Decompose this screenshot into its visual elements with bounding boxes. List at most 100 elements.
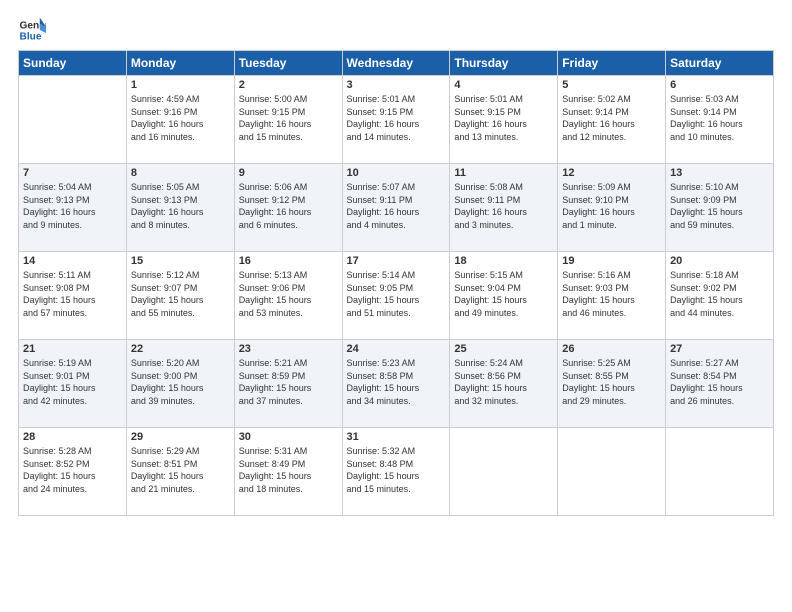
day-info: Sunrise: 5:07 AM Sunset: 9:11 PM Dayligh… — [347, 181, 446, 231]
calendar-cell: 28Sunrise: 5:28 AM Sunset: 8:52 PM Dayli… — [19, 428, 127, 516]
day-info: Sunrise: 5:23 AM Sunset: 8:58 PM Dayligh… — [347, 357, 446, 407]
day-info: Sunrise: 5:03 AM Sunset: 9:14 PM Dayligh… — [670, 93, 769, 143]
day-info: Sunrise: 5:24 AM Sunset: 8:56 PM Dayligh… — [454, 357, 553, 407]
calendar-header-day: Sunday — [19, 51, 127, 76]
day-number: 15 — [131, 255, 230, 267]
day-number: 7 — [23, 167, 122, 179]
day-info: Sunrise: 5:19 AM Sunset: 9:01 PM Dayligh… — [23, 357, 122, 407]
day-number: 22 — [131, 343, 230, 355]
calendar-cell: 13 Sunrise: 5:10 AM Sunset: 9:09 PM Dayli… — [666, 164, 774, 252]
calendar-cell: 23Sunrise: 5:21 AM Sunset: 8:59 PM Dayli… — [234, 340, 342, 428]
day-info: Sunrise: 5:14 AM Sunset: 9:05 PM Dayligh… — [347, 269, 446, 319]
calendar-cell — [558, 428, 666, 516]
calendar-cell: 7 Sunrise: 5:04 AM Sunset: 9:13 PM Daylig… — [19, 164, 127, 252]
day-number: 13 — [670, 167, 769, 179]
day-info: Sunrise: 5:32 AM Sunset: 8:48 PM Dayligh… — [347, 445, 446, 495]
day-number: 5 — [562, 79, 661, 91]
calendar-header-day: Wednesday — [342, 51, 450, 76]
day-info: Sunrise: 5:04 AM Sunset: 9:13 PM Dayligh… — [23, 181, 122, 231]
day-number: 16 — [239, 255, 338, 267]
calendar-cell: 16 Sunrise: 5:13 AM Sunset: 9:06 PM Dayli… — [234, 252, 342, 340]
day-number: 27 — [670, 343, 769, 355]
day-info: Sunrise: 5:15 AM Sunset: 9:04 PM Dayligh… — [454, 269, 553, 319]
calendar-week-row: 1Sunrise: 4:59 AM Sunset: 9:16 PM Daylig… — [19, 76, 774, 164]
day-number: 6 — [670, 79, 769, 91]
calendar-cell: 9 Sunrise: 5:06 AM Sunset: 9:12 PM Daylig… — [234, 164, 342, 252]
calendar-header-day: Saturday — [666, 51, 774, 76]
day-info: Sunrise: 5:21 AM Sunset: 8:59 PM Dayligh… — [239, 357, 338, 407]
calendar-cell: 22 Sunrise: 5:20 AM Sunset: 9:00 PM Dayli… — [126, 340, 234, 428]
day-number: 9 — [239, 167, 338, 179]
day-info: Sunrise: 5:12 AM Sunset: 9:07 PM Dayligh… — [131, 269, 230, 319]
day-number: 8 — [131, 167, 230, 179]
calendar-cell: 14 Sunrise: 5:11 AM Sunset: 9:08 PM Dayli… — [19, 252, 127, 340]
calendar-cell: 5 Sunrise: 5:02 AM Sunset: 9:14 PM Daylig… — [558, 76, 666, 164]
day-number: 14 — [23, 255, 122, 267]
calendar-week-row: 7 Sunrise: 5:04 AM Sunset: 9:13 PM Daylig… — [19, 164, 774, 252]
day-info: Sunrise: 5:13 AM Sunset: 9:06 PM Dayligh… — [239, 269, 338, 319]
day-info: Sunrise: 5:20 AM Sunset: 9:00 PM Dayligh… — [131, 357, 230, 407]
day-info: Sunrise: 5:11 AM Sunset: 9:08 PM Dayligh… — [23, 269, 122, 319]
day-info: Sunrise: 5:02 AM Sunset: 9:14 PM Dayligh… — [562, 93, 661, 143]
day-info: Sunrise: 5:25 AM Sunset: 8:55 PM Dayligh… — [562, 357, 661, 407]
calendar-week-row: 28Sunrise: 5:28 AM Sunset: 8:52 PM Dayli… — [19, 428, 774, 516]
day-number: 25 — [454, 343, 553, 355]
logo: General Blue — [18, 16, 50, 44]
calendar-table: SundayMondayTuesdayWednesdayThursdayFrid… — [18, 50, 774, 516]
day-info: Sunrise: 5:27 AM Sunset: 8:54 PM Dayligh… — [670, 357, 769, 407]
calendar-week-row: 14 Sunrise: 5:11 AM Sunset: 9:08 PM Dayli… — [19, 252, 774, 340]
day-info: Sunrise: 5:16 AM Sunset: 9:03 PM Dayligh… — [562, 269, 661, 319]
calendar-cell: 12 Sunrise: 5:09 AM Sunset: 9:10 PM Dayli… — [558, 164, 666, 252]
header: General Blue — [18, 16, 774, 44]
calendar-cell: 3 Sunrise: 5:01 AM Sunset: 9:15 PM Daylig… — [342, 76, 450, 164]
calendar-cell: 1Sunrise: 4:59 AM Sunset: 9:16 PM Daylig… — [126, 76, 234, 164]
calendar-cell: 27 Sunrise: 5:27 AM Sunset: 8:54 PM Dayli… — [666, 340, 774, 428]
day-number: 18 — [454, 255, 553, 267]
calendar-header-day: Thursday — [450, 51, 558, 76]
day-number: 30 — [239, 431, 338, 443]
day-number: 17 — [347, 255, 446, 267]
calendar-cell: 8 Sunrise: 5:05 AM Sunset: 9:13 PM Daylig… — [126, 164, 234, 252]
day-number: 29 — [131, 431, 230, 443]
calendar-cell — [450, 428, 558, 516]
day-info: Sunrise: 5:31 AM Sunset: 8:49 PM Dayligh… — [239, 445, 338, 495]
day-number: 31 — [347, 431, 446, 443]
day-number: 26 — [562, 343, 661, 355]
calendar-cell: 25 Sunrise: 5:24 AM Sunset: 8:56 PM Dayli… — [450, 340, 558, 428]
calendar-cell: 21 Sunrise: 5:19 AM Sunset: 9:01 PM Dayli… — [19, 340, 127, 428]
calendar-header-day: Friday — [558, 51, 666, 76]
day-number: 12 — [562, 167, 661, 179]
day-info: Sunrise: 5:05 AM Sunset: 9:13 PM Dayligh… — [131, 181, 230, 231]
day-number: 19 — [562, 255, 661, 267]
calendar-cell: 18 Sunrise: 5:15 AM Sunset: 9:04 PM Dayli… — [450, 252, 558, 340]
day-info: Sunrise: 5:08 AM Sunset: 9:11 PM Dayligh… — [454, 181, 553, 231]
calendar-cell: 26 Sunrise: 5:25 AM Sunset: 8:55 PM Dayli… — [558, 340, 666, 428]
day-number: 21 — [23, 343, 122, 355]
day-number: 10 — [347, 167, 446, 179]
calendar-cell: 31 Sunrise: 5:32 AM Sunset: 8:48 PM Dayli… — [342, 428, 450, 516]
calendar-cell: 4Sunrise: 5:01 AM Sunset: 9:15 PM Daylig… — [450, 76, 558, 164]
day-number: 3 — [347, 79, 446, 91]
day-number: 2 — [239, 79, 338, 91]
day-info: Sunrise: 5:01 AM Sunset: 9:15 PM Dayligh… — [454, 93, 553, 143]
day-info: Sunrise: 5:10 AM Sunset: 9:09 PM Dayligh… — [670, 181, 769, 231]
day-info: Sunrise: 5:18 AM Sunset: 9:02 PM Dayligh… — [670, 269, 769, 319]
day-info: Sunrise: 5:00 AM Sunset: 9:15 PM Dayligh… — [239, 93, 338, 143]
main-container: General Blue SundayMondayTuesdayWednesda… — [0, 0, 792, 612]
calendar-header-row: SundayMondayTuesdayWednesdayThursdayFrid… — [19, 51, 774, 76]
calendar-cell: 30 Sunrise: 5:31 AM Sunset: 8:49 PM Dayli… — [234, 428, 342, 516]
day-info: Sunrise: 5:29 AM Sunset: 8:51 PM Dayligh… — [131, 445, 230, 495]
calendar-cell: 19 Sunrise: 5:16 AM Sunset: 9:03 PM Dayli… — [558, 252, 666, 340]
calendar-cell: 15 Sunrise: 5:12 AM Sunset: 9:07 PM Dayli… — [126, 252, 234, 340]
day-info: Sunrise: 5:01 AM Sunset: 9:15 PM Dayligh… — [347, 93, 446, 143]
calendar-cell: 11 Sunrise: 5:08 AM Sunset: 9:11 PM Dayli… — [450, 164, 558, 252]
day-number: 11 — [454, 167, 553, 179]
calendar-cell: 17 Sunrise: 5:14 AM Sunset: 9:05 PM Dayli… — [342, 252, 450, 340]
logo-icon: General Blue — [18, 16, 46, 44]
svg-text:Blue: Blue — [20, 31, 42, 42]
day-info: Sunrise: 5:06 AM Sunset: 9:12 PM Dayligh… — [239, 181, 338, 231]
day-info: Sunrise: 5:28 AM Sunset: 8:52 PM Dayligh… — [23, 445, 122, 495]
calendar-cell: 6 Sunrise: 5:03 AM Sunset: 9:14 PM Daylig… — [666, 76, 774, 164]
day-info: Sunrise: 5:09 AM Sunset: 9:10 PM Dayligh… — [562, 181, 661, 231]
day-info: Sunrise: 4:59 AM Sunset: 9:16 PM Dayligh… — [131, 93, 230, 143]
